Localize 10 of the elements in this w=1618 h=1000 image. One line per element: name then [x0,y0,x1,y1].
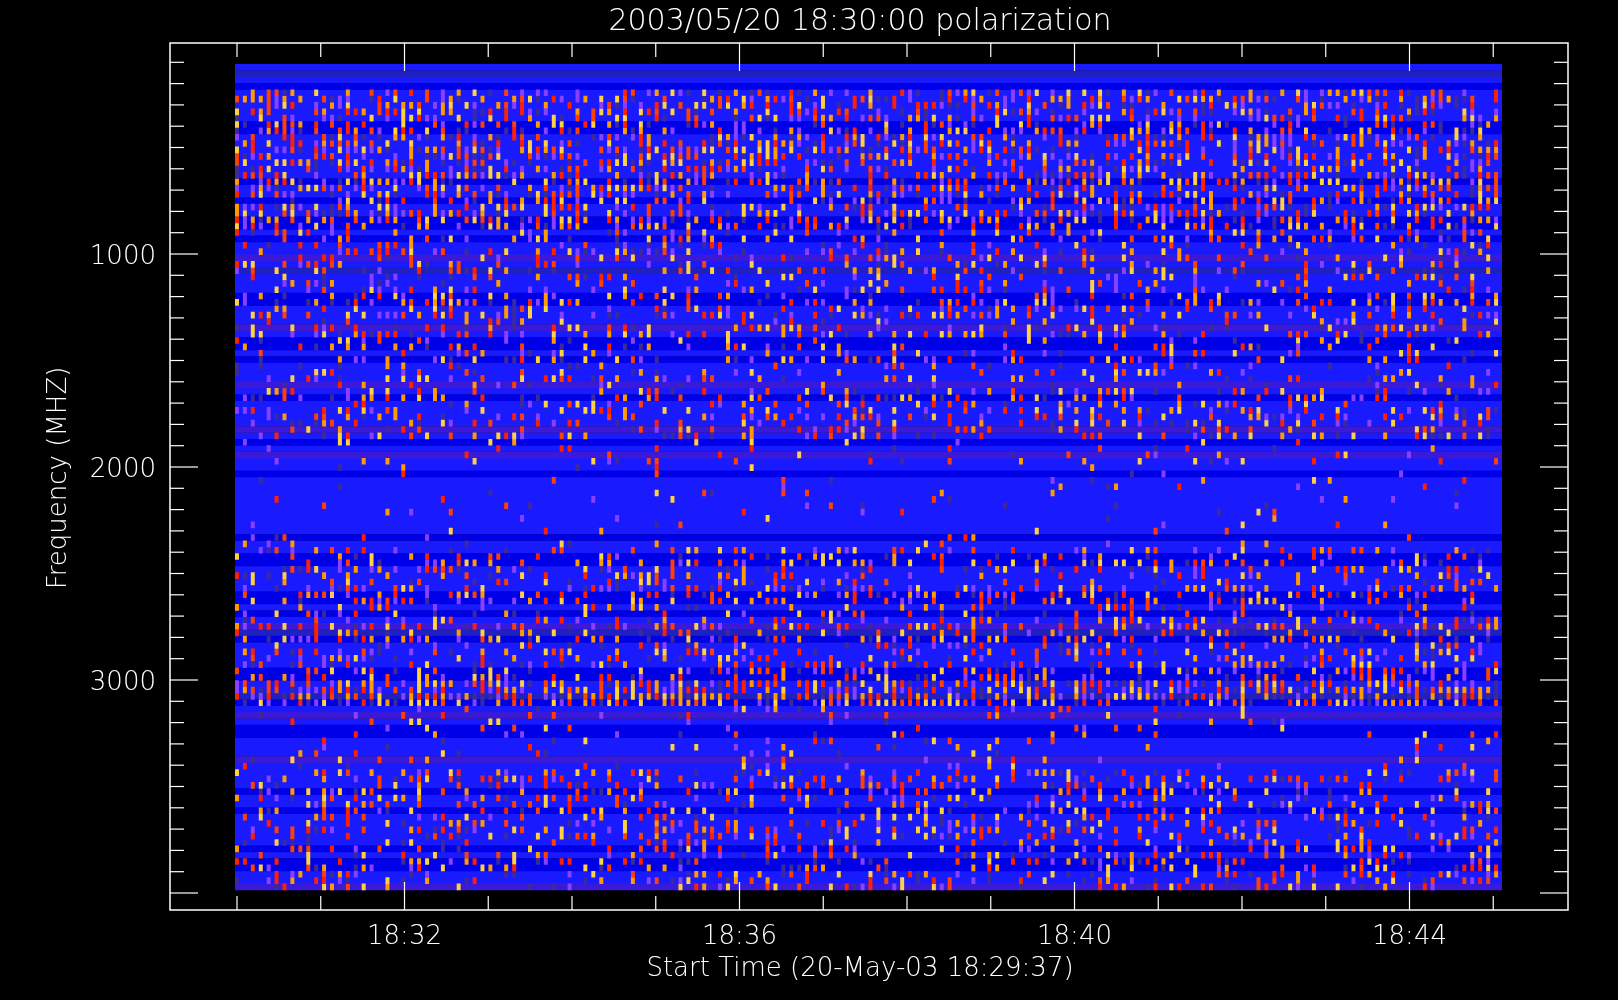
x-tick-label: 18:44 [1372,920,1447,950]
x-axis-label: Start Time (20-May-03 18:29:37) [646,952,1074,982]
y-axis-label: Frequency (MHZ) [42,366,72,590]
y-tick-label: 3000 [89,666,156,696]
y-tick-label: 2000 [89,453,156,483]
x-tick-label: 18:32 [367,920,442,950]
x-tick-label: 18:40 [1037,920,1112,950]
plot-title: 2003/05/20 18:30:00 polarization [608,2,1112,37]
y-tick-label: 1000 [89,240,156,270]
x-tick-label: 18:36 [702,920,777,950]
